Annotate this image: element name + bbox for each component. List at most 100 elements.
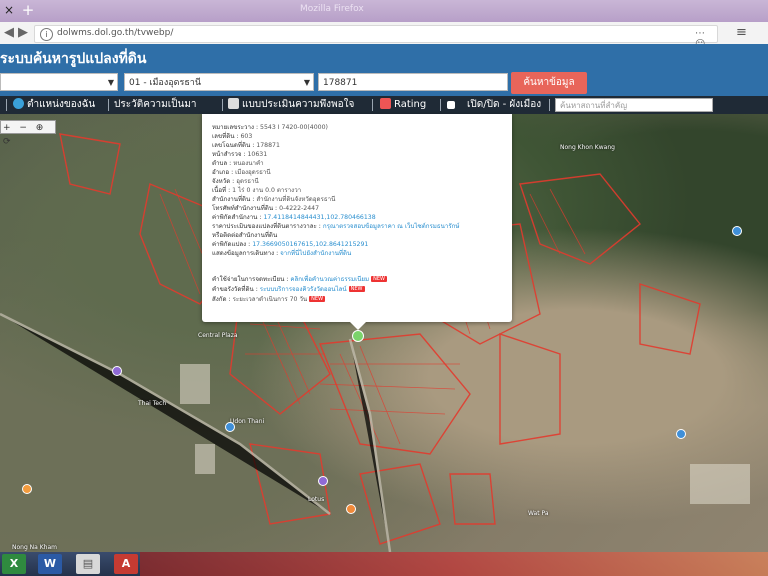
taskbar-background xyxy=(140,552,768,576)
map-label: Nong Na Kham xyxy=(12,544,58,551)
parcel-number-input[interactable]: 178871 xyxy=(318,73,508,91)
my-location-button[interactable]: ตำแหน่งของฉัน xyxy=(13,98,95,112)
popup-footer-row: คำใช้จ่ายในการจดทะเบียน : คลิกเพื่อคำนวณ… xyxy=(212,274,387,284)
rating-button[interactable]: Rating xyxy=(380,98,426,112)
window-title: Mozilla Firefox xyxy=(300,4,364,14)
chart-icon xyxy=(380,98,391,109)
province-select[interactable]: ▼ xyxy=(0,73,118,91)
row-value: 603 xyxy=(240,133,253,140)
close-tab-icon[interactable]: × xyxy=(2,3,16,17)
row-label: เนื้อที่ : xyxy=(212,187,231,194)
row-value: หนองนาคำ xyxy=(233,160,264,167)
poi-marker-icon[interactable] xyxy=(22,484,32,494)
zoning-toggle-button[interactable]: เปิด/ปิด - ผังเมือง xyxy=(447,98,541,112)
survey-label: แบบประเมินความพึงพอใจ xyxy=(242,99,355,110)
toolbar-divider xyxy=(6,99,7,111)
row-label: ค่าพิกัดสำนักงาน : xyxy=(212,214,262,221)
toolbar-divider xyxy=(549,99,550,111)
row-label: หน้าสำรวจ : xyxy=(212,151,246,158)
my-location-label: ตำแหน่งของฉัน xyxy=(27,99,96,110)
row-value: 178871 xyxy=(256,142,280,149)
row-label: ตำบล : xyxy=(212,160,232,167)
rating-label: Rating xyxy=(394,99,427,110)
row-label: ราคาประเมินของแปลงที่ดินตารางวาละ : xyxy=(212,223,321,230)
poi-marker-icon[interactable] xyxy=(225,422,235,432)
row-label: คำขอรังวัดที่ดิน : xyxy=(212,286,258,293)
row-label: เลขที่ดิน : xyxy=(212,133,239,140)
district-select[interactable]: 01 - เมืองอุดรธานี ▼ xyxy=(124,73,314,91)
row-label: แสดงข้อมูลการเดินทาง : xyxy=(212,250,279,257)
popup-footer-row: คำขอรังวัดที่ดิน : ระบบบริการจองคิวรังวั… xyxy=(212,284,365,294)
map-label: Wat Pa xyxy=(528,510,549,517)
map-label: Lotus xyxy=(308,496,325,503)
popup-row: แสดงข้อมูลการเดินทาง : จากที่นี่ไปยังสำน… xyxy=(212,248,351,258)
map-label: Central Plaza xyxy=(198,332,238,339)
fee-calculator-link[interactable]: คลิกเพื่อคำนวณค่าธรรมเนียม xyxy=(290,276,369,283)
parcel-info-popup: หมายเลขระวาง : 5543 I 7420-00(4000) เลขท… xyxy=(202,114,512,322)
browser-menu-icon[interactable]: ≡ xyxy=(736,25,747,40)
parcel-number-value: 178871 xyxy=(323,78,358,88)
history-label: ประวัติความเป็นมา xyxy=(114,99,197,110)
chevron-down-icon: ▼ xyxy=(303,78,310,87)
survey-button[interactable]: แบบประเมินความพึงพอใจ xyxy=(228,98,354,112)
globe-icon xyxy=(13,98,24,109)
row-value: 10631 xyxy=(247,151,268,158)
parcel-pin-icon[interactable] xyxy=(352,330,364,342)
office-coordinate-link[interactable]: 17.4118414844431,102.780466138 xyxy=(263,214,375,221)
search-button[interactable]: ค้นหาข้อมูล xyxy=(511,72,587,94)
history-button[interactable]: ประวัติความเป็นมา xyxy=(114,98,197,112)
place-search-input[interactable]: ค้นหาสถานที่สำคัญ xyxy=(555,98,713,112)
new-tab-icon[interactable]: + xyxy=(20,2,36,18)
search-row: ▼ 01 - เมืองอุดรธานี ▼ 178871 ค้นหาข้อมู… xyxy=(0,70,768,96)
popup-pointer xyxy=(350,322,366,330)
checkbox-icon[interactable] xyxy=(447,101,455,109)
url-field[interactable]: i dolwms.dol.go.th/tvwebp/ ⋯☺☆ xyxy=(34,25,718,61)
url-text[interactable]: dolwms.dol.go.th/tvwebp/ xyxy=(57,28,173,38)
toolbar-divider xyxy=(222,99,223,111)
survey-queue-link[interactable]: ระบบบริการจองคิวรังวัดออนไลน์ xyxy=(260,286,347,293)
poi-marker-icon[interactable] xyxy=(318,476,328,486)
poi-marker-icon[interactable] xyxy=(676,429,686,439)
row-label: สังกัด : xyxy=(212,296,231,303)
map-zoom-controls[interactable]: + − ⊕ ⟳ xyxy=(0,120,56,147)
os-taskbar: X W ▤ A xyxy=(0,552,768,576)
zoning-toggle-label: เปิด/ปิด - ผังเมือง xyxy=(467,99,542,110)
form-icon xyxy=(228,98,239,109)
poi-marker-icon[interactable] xyxy=(112,366,122,376)
row-value: เมืองอุดรธานี xyxy=(235,169,271,176)
forward-icon[interactable]: ▶ xyxy=(18,25,34,41)
duration-text: ระยะเวลาดำเนินการ 70 วัน xyxy=(232,296,308,303)
browser-tab-bar: × + Mozilla Firefox xyxy=(0,0,768,22)
row-label: คำใช้จ่ายในการจดทะเบียน : xyxy=(212,276,289,283)
popup-footer-row: สังกัด : ระยะเวลาดำเนินการ 70 วัน NEW xyxy=(212,294,326,304)
new-badge: NEW xyxy=(309,296,326,302)
row-label: จังหวัด : xyxy=(212,178,235,185)
excel-taskbar-icon[interactable]: X xyxy=(2,554,26,574)
app-title: ระบบค้นหารูปแปลงที่ดิน xyxy=(0,51,147,67)
poi-marker-icon[interactable] xyxy=(346,504,356,514)
appraisal-link[interactable]: กรุณาตรวจสอบข้อมูลราคา ณ เว็บไซต์กรมธนาร… xyxy=(323,223,460,230)
row-label: โทรศัพท์สำนักงานที่ดิน : xyxy=(212,205,278,212)
district-value: 01 - เมืองอุดรธานี xyxy=(129,78,202,88)
row-label: อำเภอ : xyxy=(212,169,234,176)
new-badge: NEW xyxy=(371,276,387,282)
row-value: 0-4222-2447 xyxy=(279,205,320,212)
directions-link[interactable]: จากที่นี่ไปยังสำนักงานที่ดิน xyxy=(280,250,351,257)
poi-marker-icon[interactable] xyxy=(732,226,742,236)
new-badge: NEW xyxy=(348,286,365,292)
toolbar-divider xyxy=(372,99,373,111)
map-label: Nong Khon Kwang xyxy=(560,144,615,151)
parcel-coordinate-link[interactable]: 17.3669050167615,102.8641215291 xyxy=(252,241,368,248)
row-value: อุดรธานี xyxy=(236,178,259,185)
files-taskbar-icon[interactable]: ▤ xyxy=(76,554,100,574)
map-label: Thai Tech xyxy=(138,400,167,407)
row-label: ค่าพิกัดแปลง : xyxy=(212,241,251,248)
row-label: หมายเลขระวาง : xyxy=(212,124,259,131)
word-taskbar-icon[interactable]: W xyxy=(38,554,62,574)
acrobat-taskbar-icon[interactable]: A xyxy=(114,554,138,574)
row-value: 1 ไร่ 0 งาน 0.0 ตารางวา xyxy=(232,187,302,194)
address-bar: ◀ ▶ i dolwms.dol.go.th/tvwebp/ ⋯☺☆ ≡ xyxy=(0,22,768,61)
row-label: สำนักงานที่ดิน : xyxy=(212,196,255,203)
info-icon[interactable]: i xyxy=(40,28,53,41)
row-value: สำนักงานที่ดินจังหวัดอุดรธานี xyxy=(256,196,336,203)
